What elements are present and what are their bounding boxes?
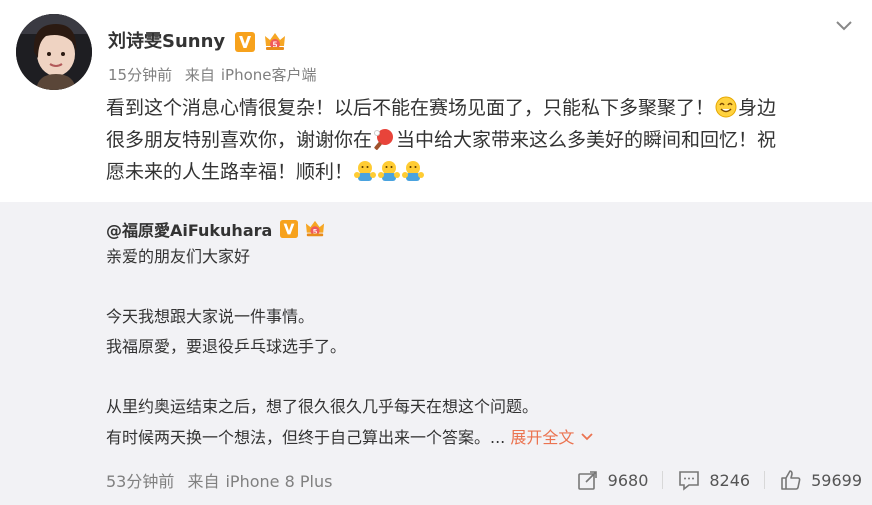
source-prefix: 来自 [184,66,215,84]
expand-label[interactable]: 展开全文 [510,428,574,447]
comment-icon[interactable] [677,468,701,492]
repost-time[interactable]: 53分钟前 [106,472,174,491]
verified-v-icon[interactable] [235,32,256,52]
repost-line [106,362,846,392]
post-line: 很多朋友特别喜欢你，谢谢你在 当中给大家带来这么多美好的瞬间和回忆！祝 [106,124,862,156]
repost-line-text: 有时候两天换一个想法，但终于自己算出来一个答案。... [106,428,506,447]
repost-card[interactable]: @福原愛AiFukuhara 5 亲爱的朋友们大家好 今天我想跟大家说一件事情。… [0,202,872,505]
text-segment: 身边 [738,97,777,119]
repost-line [106,272,846,302]
repost-line: 有时候两天换一个想法，但终于自己算出来一个答案。... 展开全文 [106,422,846,452]
chevron-down-icon[interactable] [580,422,594,441]
repost-line: 我福原愛，要退役乒乓球选手了。 [106,337,347,356]
repost-meta: 53分钟前 来自 iPhone 8 Plus [106,468,332,492]
hug-emoji-icon [378,160,401,182]
repost-text: 亲爱的朋友们大家好 今天我想跟大家说一件事情。 我福原愛，要退役乒乓球选手了。 … [106,242,846,452]
divider [764,471,766,489]
hug-emoji-icon [354,160,377,182]
text-segment: 愿未来的人生路幸福！顺利！ [106,161,354,183]
post-line: 看到这个消息心情很复杂！以后不能在赛场见面了，只能私下多聚聚了！ 身边 [106,92,862,124]
repost-line: 亲爱的朋友们大家好 [106,247,251,266]
divider [662,471,664,489]
pingpong-emoji-icon [373,128,395,150]
repost-author-name[interactable]: @福原愛AiFukuhara [106,217,272,241]
expand-full-text-link[interactable]: 展开全文 [510,428,594,447]
share-count[interactable]: 9680 [608,471,649,490]
repost-author-row: @福原愛AiFukuhara 5 [106,216,326,242]
like-icon[interactable] [779,468,803,492]
author-name[interactable]: 刘诗雯Sunny [108,29,225,55]
post-meta: 15分钟前 来自 iPhone客户端 [108,65,317,85]
smile-emoji-icon [715,96,737,118]
text-segment: 看到这个消息心情很复杂！以后不能在赛场见面了，只能私下多聚聚了！ [106,97,715,119]
hug-emoji-icon [402,160,425,182]
share-button[interactable]: 9680 [576,468,649,492]
like-button[interactable]: 59699 [779,468,862,492]
post-time[interactable]: 15分钟前 [108,66,172,84]
repost-line: 从里约奥运结束之后，想了很久很久几乎每天在想这个问题。 [106,397,539,416]
repost-source[interactable]: iPhone 8 Plus [225,472,332,491]
repost-footer: 53分钟前 来自 iPhone 8 Plus 9680 8246 59699 [106,467,862,493]
crown-icon[interactable]: 5 [304,219,326,239]
text-segment: 当中给大家带来这么多美好的瞬间和回忆！祝 [396,129,777,151]
more-options-chevron-icon[interactable] [832,16,856,36]
avatar[interactable] [16,14,92,90]
post-source[interactable]: iPhone客户端 [221,66,317,84]
repost-line: 今天我想跟大家说一件事情。 [106,307,315,326]
share-icon[interactable] [576,468,600,492]
like-count[interactable]: 59699 [811,471,862,490]
verified-v-icon[interactable] [280,220,299,238]
text-segment: 很多朋友特别喜欢你，谢谢你在 [106,129,373,151]
action-bar: 9680 8246 59699 [576,468,862,492]
source-prefix: 来自 [187,472,220,491]
crown-icon[interactable]: 5 [263,31,287,53]
author-row: 刘诗雯Sunny 5 [108,29,287,55]
comment-count[interactable]: 8246 [709,471,750,490]
post-text: 看到这个消息心情很复杂！以后不能在赛场见面了，只能私下多聚聚了！ 身边 很多朋友特… [106,92,862,188]
comment-button[interactable]: 8246 [677,468,750,492]
post-line: 愿未来的人生路幸福！顺利！ [106,156,862,188]
